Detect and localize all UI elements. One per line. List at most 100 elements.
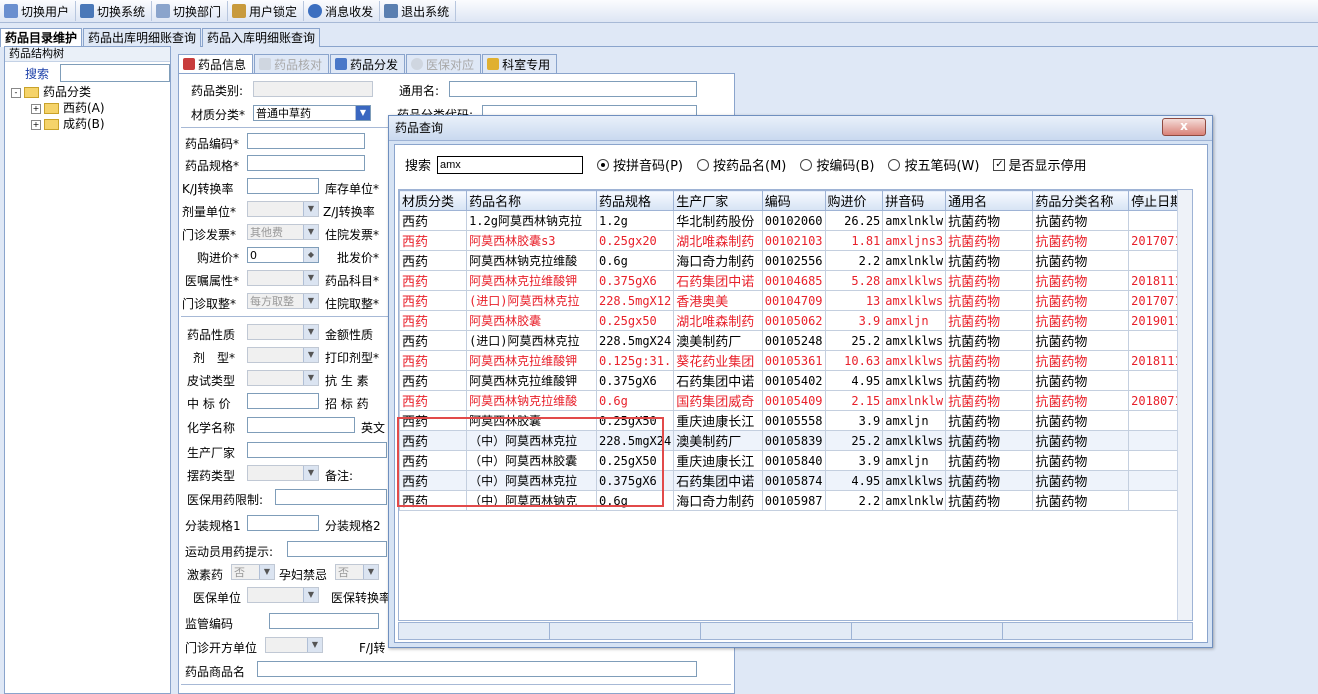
material-category-select[interactable]: 普通中草药 ▼	[253, 105, 371, 121]
insurance-limit-field[interactable]	[275, 489, 387, 505]
tab-outbound-ledger[interactable]: 药品出库明细账查询	[83, 28, 202, 47]
expand-icon[interactable]: +	[31, 119, 41, 130]
bid-price-field[interactable]	[247, 393, 319, 409]
tree-root[interactable]: - 药品分类	[11, 84, 170, 100]
drug-code-field[interactable]	[247, 133, 365, 149]
column-header[interactable]: 药品规格	[595, 190, 675, 211]
drug-spec-field[interactable]	[247, 155, 365, 171]
athlete-tip-field[interactable]	[287, 541, 387, 557]
dose-unit-select[interactable]: ▼	[247, 201, 319, 217]
tab-insurance-map[interactable]: 医保对应	[406, 54, 482, 73]
table-cell: 湖北唯森制药	[673, 310, 763, 331]
insurance-unit-select[interactable]: ▼	[247, 587, 319, 603]
table-row[interactable]: 西药 阿莫西林胶囊s3 0.25gx20 湖北唯森制药 00102103 1.81 amxl…	[399, 230, 1192, 251]
expand-icon[interactable]: +	[31, 103, 41, 114]
tree-search-input[interactable]	[60, 64, 170, 82]
dosage-form-select[interactable]: ▼	[247, 347, 319, 363]
column-header[interactable]: 拼音码	[882, 190, 947, 211]
tab-dept-exclusive[interactable]: 科室专用	[482, 54, 558, 73]
tab-drug-distribute[interactable]: 药品分发	[330, 54, 406, 73]
switch-system-button[interactable]: 切换系统	[76, 1, 153, 21]
table-cell: 华北制药股份	[673, 210, 763, 231]
chevron-down-icon[interactable]: ▼	[307, 638, 322, 652]
table-cell: 1.2g阿莫西林钠克拉	[466, 210, 597, 231]
chevron-down-icon[interactable]: ▼	[259, 565, 274, 579]
dispense-type-select[interactable]: ▼	[247, 465, 319, 481]
stepper-icon[interactable]: ◆	[303, 248, 318, 262]
chevron-down-icon[interactable]: ▼	[303, 271, 318, 285]
table-row[interactable]: 西药 阿莫西林克拉维酸钾 0.375gX6 石药集团中诺 00105402 4.95 amx…	[399, 370, 1192, 391]
chevron-down-icon[interactable]: ▼	[303, 371, 318, 385]
chevron-down-icon[interactable]: ▼	[303, 348, 318, 362]
drug-search-input[interactable]	[437, 155, 584, 174]
clinic-invoice-select[interactable]: 其他费 ▼	[247, 224, 319, 240]
purchase-price-field[interactable]: 0 ◆	[247, 247, 319, 263]
chevron-down-icon[interactable]: ▼	[303, 325, 318, 339]
pack-spec1-field[interactable]	[247, 515, 319, 531]
drug-category-field[interactable]	[253, 81, 373, 97]
switch-department-button[interactable]: 切换部门	[152, 1, 229, 21]
radio-by-pinyin[interactable]: 按拼音码(P)	[597, 155, 683, 174]
tab-drug-catalog[interactable]: 药品目录维护	[0, 28, 83, 47]
close-button[interactable]: x	[1162, 118, 1206, 136]
message-button[interactable]: 消息收发	[304, 1, 381, 21]
trade-name-field[interactable]	[257, 661, 697, 677]
tree-item-patent[interactable]: + 成药(B)	[11, 116, 170, 132]
clinic-invoice-label: 门诊发票*	[182, 228, 237, 242]
table-row[interactable]: 西药 (进口)阿莫西林克拉 228.5mgX12 香港奥美 00104709 13 amxl…	[399, 290, 1192, 311]
pregnancy-select[interactable]: 否 ▼	[335, 564, 379, 580]
chevron-down-icon[interactable]: ▼	[303, 202, 318, 216]
kj-rate-field[interactable]	[247, 178, 319, 194]
chevron-down-icon[interactable]: ▼	[303, 225, 318, 239]
chevron-down-icon[interactable]: ▼	[303, 588, 318, 602]
clinic-presc-unit-select[interactable]: ▼	[265, 637, 323, 653]
table-cell: 抗菌药物	[1032, 370, 1130, 391]
chem-name-field[interactable]	[247, 417, 355, 433]
column-header[interactable]: 生产厂家	[673, 190, 763, 211]
chevron-down-icon[interactable]: ▼	[363, 565, 378, 579]
table-row[interactable]: 西药 (进口)阿莫西林克拉 228.5mgX24 澳美制药厂 00105248 25.2 a…	[399, 330, 1192, 351]
table-cell: 阿莫西林克拉维酸钾	[466, 270, 597, 291]
table-row[interactable]: 西药 阿莫西林胶囊 0.25gx50 湖北唯森制药 00105062 3.9 amxljn 抗…	[399, 310, 1192, 331]
search-label: 搜索	[405, 159, 432, 174]
common-name-field[interactable]	[449, 81, 697, 97]
table-cell: 西药	[399, 230, 468, 251]
exit-button[interactable]: 退出系统	[380, 1, 457, 21]
tree-item-western[interactable]: + 西药(A)	[11, 100, 170, 116]
table-cell: (进口)阿莫西林克拉	[466, 290, 597, 311]
chevron-down-icon[interactable]: ▼	[303, 294, 318, 308]
column-header[interactable]: 药品名称	[466, 190, 597, 211]
column-header[interactable]: 药品分类名称	[1032, 190, 1130, 211]
skin-test-select[interactable]: ▼	[247, 370, 319, 386]
vertical-scrollbar[interactable]	[1177, 190, 1192, 620]
clinic-rounding-select[interactable]: 每方取整 ▼	[247, 293, 319, 309]
table-row[interactable]: 西药 阿莫西林克拉维酸钾 0.375gX6 石药集团中诺 00104685 5.28 amx…	[399, 270, 1192, 291]
radio-by-code[interactable]: 按编码(B)	[800, 155, 874, 174]
supervise-code-field[interactable]	[269, 613, 379, 629]
radio-by-name[interactable]: 按药品名(M)	[697, 155, 786, 174]
order-attr-select[interactable]: ▼	[247, 270, 319, 286]
chevron-down-icon[interactable]: ▼	[355, 106, 370, 120]
radio-by-wubi[interactable]: 按五笔码(W)	[888, 155, 979, 174]
table-row[interactable]: 西药 阿莫西林钠克拉维酸 0.6g 国药集团威奇 00105409 2.15 amxlnkl…	[399, 390, 1192, 411]
tab-inbound-ledger[interactable]: 药品入库明细账查询	[202, 28, 321, 47]
column-header[interactable]: 购进价	[824, 190, 884, 211]
hormone-select[interactable]: 否 ▼	[231, 564, 275, 580]
tab-drug-check[interactable]: 药品核对	[254, 54, 330, 73]
show-disabled-checkbox[interactable]: ✓ 是否显示停用	[993, 155, 1086, 174]
clinic-rounding-label: 门诊取整*	[182, 297, 237, 311]
tab-drug-info[interactable]: 药品信息	[178, 54, 254, 73]
lock-user-button[interactable]: 用户锁定	[228, 1, 305, 21]
collapse-icon[interactable]: -	[11, 87, 21, 98]
column-header[interactable]: 通用名	[945, 190, 1034, 211]
chevron-down-icon[interactable]: ▼	[303, 466, 318, 480]
switch-user-button[interactable]: 切换用户	[0, 1, 77, 21]
column-header[interactable]: 材质分类	[399, 190, 468, 211]
table-row[interactable]: 西药 1.2g阿莫西林钠克拉 1.2g 华北制药股份 00102060 26.25 amxl…	[399, 210, 1192, 231]
column-header[interactable]: 编码	[761, 190, 826, 211]
table-row[interactable]: 西药 阿莫西林钠克拉维酸 0.6g 海口奇力制药 00102556 2.2 amxlnklw…	[399, 250, 1192, 271]
table-row[interactable]: 西药 阿莫西林克拉维酸钾 0.125g:31. 葵花药业集团 00105361 10.63…	[399, 350, 1192, 371]
table-cell: 西药	[399, 370, 468, 391]
manufacturer-field[interactable]	[247, 442, 387, 458]
drug-nature-select[interactable]: ▼	[247, 324, 319, 340]
